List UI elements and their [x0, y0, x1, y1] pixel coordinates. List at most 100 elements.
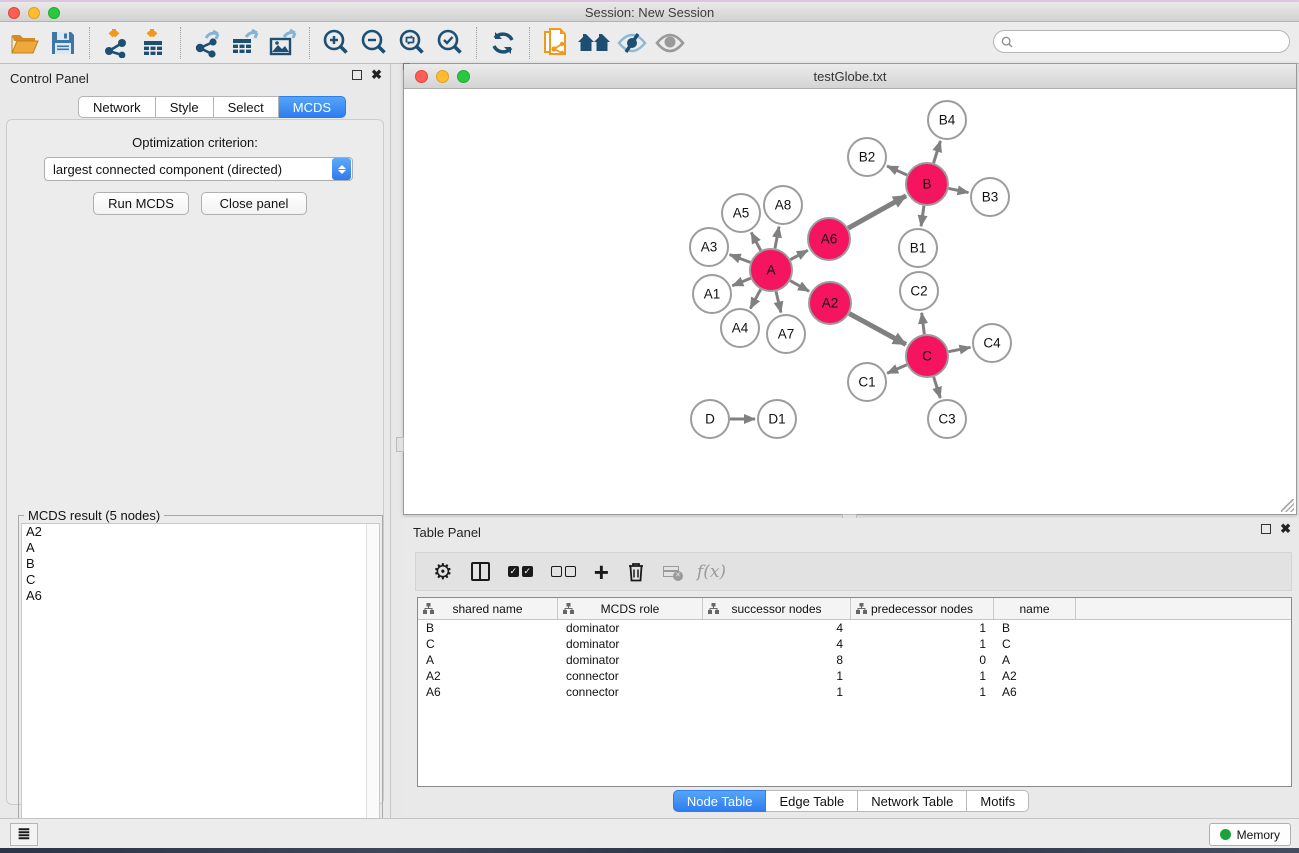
close-panel-icon[interactable]: ✖ — [371, 70, 382, 80]
table-cell[interactable]: dominator — [558, 637, 703, 651]
graph-edge-C-C1[interactable] — [887, 365, 907, 374]
delete-column-button[interactable] — [627, 561, 645, 582]
table-cell[interactable]: 0 — [851, 653, 994, 667]
graph-edge-B-B2[interactable] — [887, 166, 907, 175]
zoom-out-button[interactable] — [355, 26, 393, 60]
graph-edge-B-B4[interactable] — [934, 141, 941, 163]
table-cell[interactable]: 1 — [851, 669, 994, 683]
table-cell[interactable]: dominator — [558, 653, 703, 667]
table-cell[interactable]: 1 — [851, 685, 994, 699]
result-item[interactable]: A — [22, 540, 379, 556]
network-graph[interactable]: B4B2BB3A5A8A6B1A3AA1C2A2A4A7C4CC1C3DD1 — [404, 89, 1296, 514]
table-row[interactable]: A2connector11A2 — [418, 668, 1291, 684]
graph-edge-A-A3[interactable] — [730, 255, 751, 263]
splitter-expand-left[interactable] — [396, 437, 404, 452]
table-settings-button[interactable]: ⚙ — [433, 561, 453, 583]
add-column-button[interactable]: + — [594, 562, 609, 582]
graph-node-C[interactable]: C — [906, 335, 948, 377]
tab-node-table[interactable]: Node Table — [673, 790, 767, 812]
graph-edge-A-A1[interactable] — [732, 278, 750, 285]
memory-button[interactable]: Memory — [1209, 823, 1291, 846]
graph-node-B[interactable]: B — [906, 163, 948, 205]
tab-select[interactable]: Select — [214, 96, 279, 118]
result-item[interactable]: B — [22, 556, 379, 572]
graph-edge-A2-C[interactable] — [849, 314, 906, 345]
search-input[interactable] — [1017, 33, 1289, 51]
search-field[interactable] — [993, 30, 1290, 53]
mcds-result-list[interactable]: A2ABCA6 — [21, 523, 380, 844]
graph-node-A7[interactable]: A7 — [767, 315, 805, 353]
open-session-button[interactable] — [6, 26, 44, 60]
column-header-name[interactable]: name — [994, 598, 1076, 619]
graph-node-C2[interactable]: C2 — [900, 272, 938, 310]
table-cell[interactable]: A2 — [994, 669, 1076, 683]
hide-graphics-button[interactable] — [613, 26, 651, 60]
table-cell[interactable]: 4 — [703, 637, 851, 651]
table-cell[interactable]: A — [418, 653, 558, 667]
graph-node-A[interactable]: A — [750, 249, 792, 291]
table-cell[interactable]: 1 — [851, 621, 994, 635]
table-cell[interactable]: 1 — [703, 669, 851, 683]
close-panel-button[interactable]: Close panel — [201, 192, 307, 215]
table-cell[interactable]: A6 — [994, 685, 1076, 699]
graph-edge-C-C4[interactable] — [949, 347, 971, 351]
table-cell[interactable]: C — [418, 637, 558, 651]
result-list-scrollbar[interactable] — [366, 524, 379, 843]
tab-edge-table[interactable]: Edge Table — [766, 790, 858, 812]
graph-node-B3[interactable]: B3 — [971, 178, 1009, 216]
graph-node-A5[interactable]: A5 — [722, 194, 760, 232]
column-header-shared-name[interactable]: shared name — [418, 598, 558, 619]
graph-node-A1[interactable]: A1 — [693, 275, 731, 313]
graph-node-D1[interactable]: D1 — [758, 400, 796, 438]
table-cell[interactable]: C — [994, 637, 1076, 651]
column-header-MCDS-role[interactable]: MCDS role — [558, 598, 703, 619]
run-mcds-button[interactable]: Run MCDS — [93, 192, 189, 215]
table-row[interactable]: A6connector11A6 — [418, 684, 1291, 700]
graph-node-A4[interactable]: A4 — [721, 309, 759, 347]
zoom-fit-button[interactable] — [393, 26, 431, 60]
graph-node-A8[interactable]: A8 — [764, 186, 802, 224]
graph-edge-B-B1[interactable] — [921, 206, 924, 226]
show-columns-button[interactable] — [471, 562, 490, 581]
table-row[interactable]: Cdominator41C — [418, 636, 1291, 652]
graph-edge-A6-B[interactable] — [848, 196, 906, 228]
export-table-button[interactable] — [226, 26, 264, 60]
table-row[interactable]: Adominator80A — [418, 652, 1291, 668]
float-panel-icon[interactable] — [352, 70, 362, 80]
tab-style[interactable]: Style — [156, 96, 214, 118]
graph-node-A2[interactable]: A2 — [809, 282, 851, 324]
export-image-button[interactable] — [264, 26, 302, 60]
import-network-button[interactable] — [97, 26, 135, 60]
table-cell[interactable]: 8 — [703, 653, 851, 667]
tab-motifs[interactable]: Motifs — [967, 790, 1029, 812]
table-cell[interactable]: A6 — [418, 685, 558, 699]
graph-node-C4[interactable]: C4 — [973, 324, 1011, 362]
table-cell[interactable]: dominator — [558, 621, 703, 635]
graph-node-B2[interactable]: B2 — [848, 138, 886, 176]
table-row[interactable]: Bdominator41B — [418, 620, 1291, 636]
graph-node-D[interactable]: D — [691, 400, 729, 438]
graph-edge-A-A4[interactable] — [750, 289, 760, 308]
graph-edge-A-A7[interactable] — [776, 291, 781, 312]
export-network-button[interactable] — [188, 26, 226, 60]
graph-node-C1[interactable]: C1 — [848, 363, 886, 401]
zoom-selected-button[interactable] — [431, 26, 469, 60]
table-cell[interactable]: connector — [558, 685, 703, 699]
table-cell[interactable]: 1 — [851, 637, 994, 651]
graph-edge-A-A2[interactable] — [790, 281, 809, 292]
save-session-button[interactable] — [44, 26, 82, 60]
window-resize-grip[interactable] — [1281, 499, 1294, 512]
table-cell[interactable]: B — [994, 621, 1076, 635]
graph-node-C3[interactable]: C3 — [928, 400, 966, 438]
table-cell[interactable]: connector — [558, 669, 703, 683]
result-item[interactable]: C — [22, 572, 379, 588]
result-item[interactable]: A2 — [22, 524, 379, 540]
show-graphics-button[interactable] — [651, 26, 689, 60]
show-panels-button[interactable]: ≣ — [10, 823, 38, 846]
table-cell[interactable]: B — [418, 621, 558, 635]
graph-node-A3[interactable]: A3 — [690, 228, 728, 266]
close-table-panel-icon[interactable]: ✖ — [1280, 524, 1291, 534]
criterion-dropdown[interactable]: largest connected component (directed) — [44, 157, 353, 181]
table-cell[interactable]: A2 — [418, 669, 558, 683]
graph-node-B4[interactable]: B4 — [928, 101, 966, 139]
